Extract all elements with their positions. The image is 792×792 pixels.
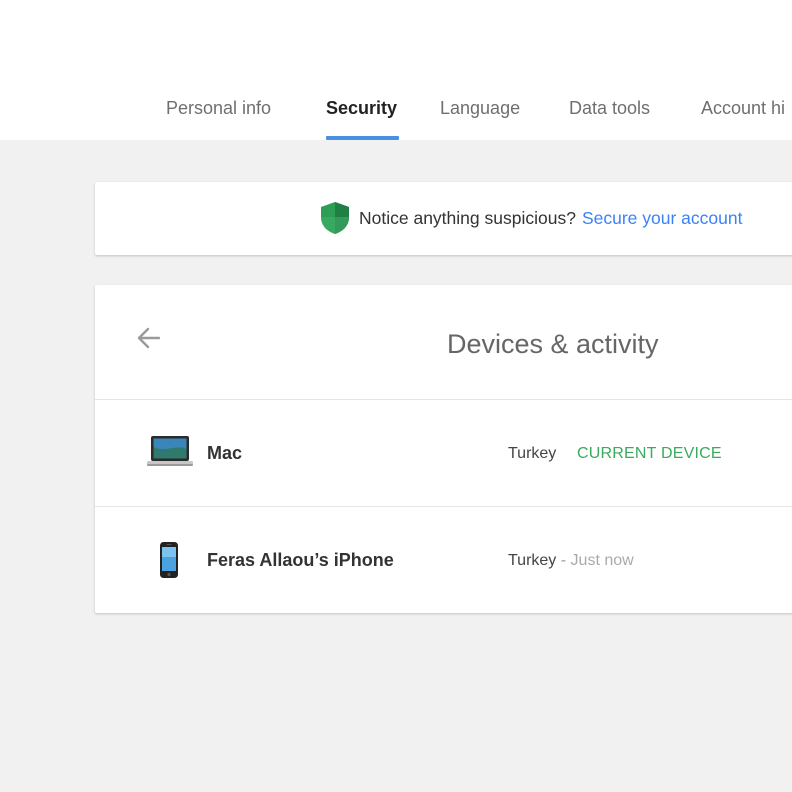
tab-bar: Personal info Security Language Data too… [0, 0, 792, 140]
tab-language[interactable]: Language [440, 98, 520, 119]
phone-icon [160, 542, 178, 578]
device-row-iphone[interactable]: Feras Allaou’s iPhone Turkey - Just now [95, 507, 792, 613]
top-bar: Personal info Security Language Data too… [0, 0, 792, 140]
separator: - [560, 552, 567, 569]
tab-security[interactable]: Security [326, 98, 397, 119]
notice-text: Notice anything suspicious? [359, 207, 576, 228]
shield-icon [321, 202, 349, 234]
last-active-time: Just now [570, 552, 634, 569]
device-row-mac[interactable]: Mac Turkey CURRENT DEVICE [95, 400, 792, 506]
devices-title: Devices & activity [447, 329, 659, 359]
device-name: Mac [207, 443, 243, 463]
tab-data-tools[interactable]: Data tools [569, 98, 650, 119]
device-location: Turkey [508, 552, 557, 569]
tab-personal-info[interactable]: Personal info [166, 98, 271, 119]
current-device-badge: CURRENT DEVICE [577, 445, 722, 462]
device-name: Feras Allaou’s iPhone [207, 550, 394, 570]
arrow-left-icon[interactable] [135, 324, 163, 352]
laptop-icon [147, 436, 193, 466]
device-location: Turkey [508, 445, 557, 462]
security-notice-card: Notice anything suspicious? Secure your … [95, 182, 792, 255]
active-tab-indicator [326, 136, 399, 140]
security-notice: Notice anything suspicious? Secure your … [319, 201, 742, 235]
tab-account-history[interactable]: Account hi [701, 98, 785, 119]
device-activity: Turkey - Just now [508, 552, 634, 570]
devices-activity-card: Devices & activity Mac Turkey CURRENT DE… [95, 285, 792, 613]
secure-account-link[interactable]: Secure your account [582, 208, 743, 229]
